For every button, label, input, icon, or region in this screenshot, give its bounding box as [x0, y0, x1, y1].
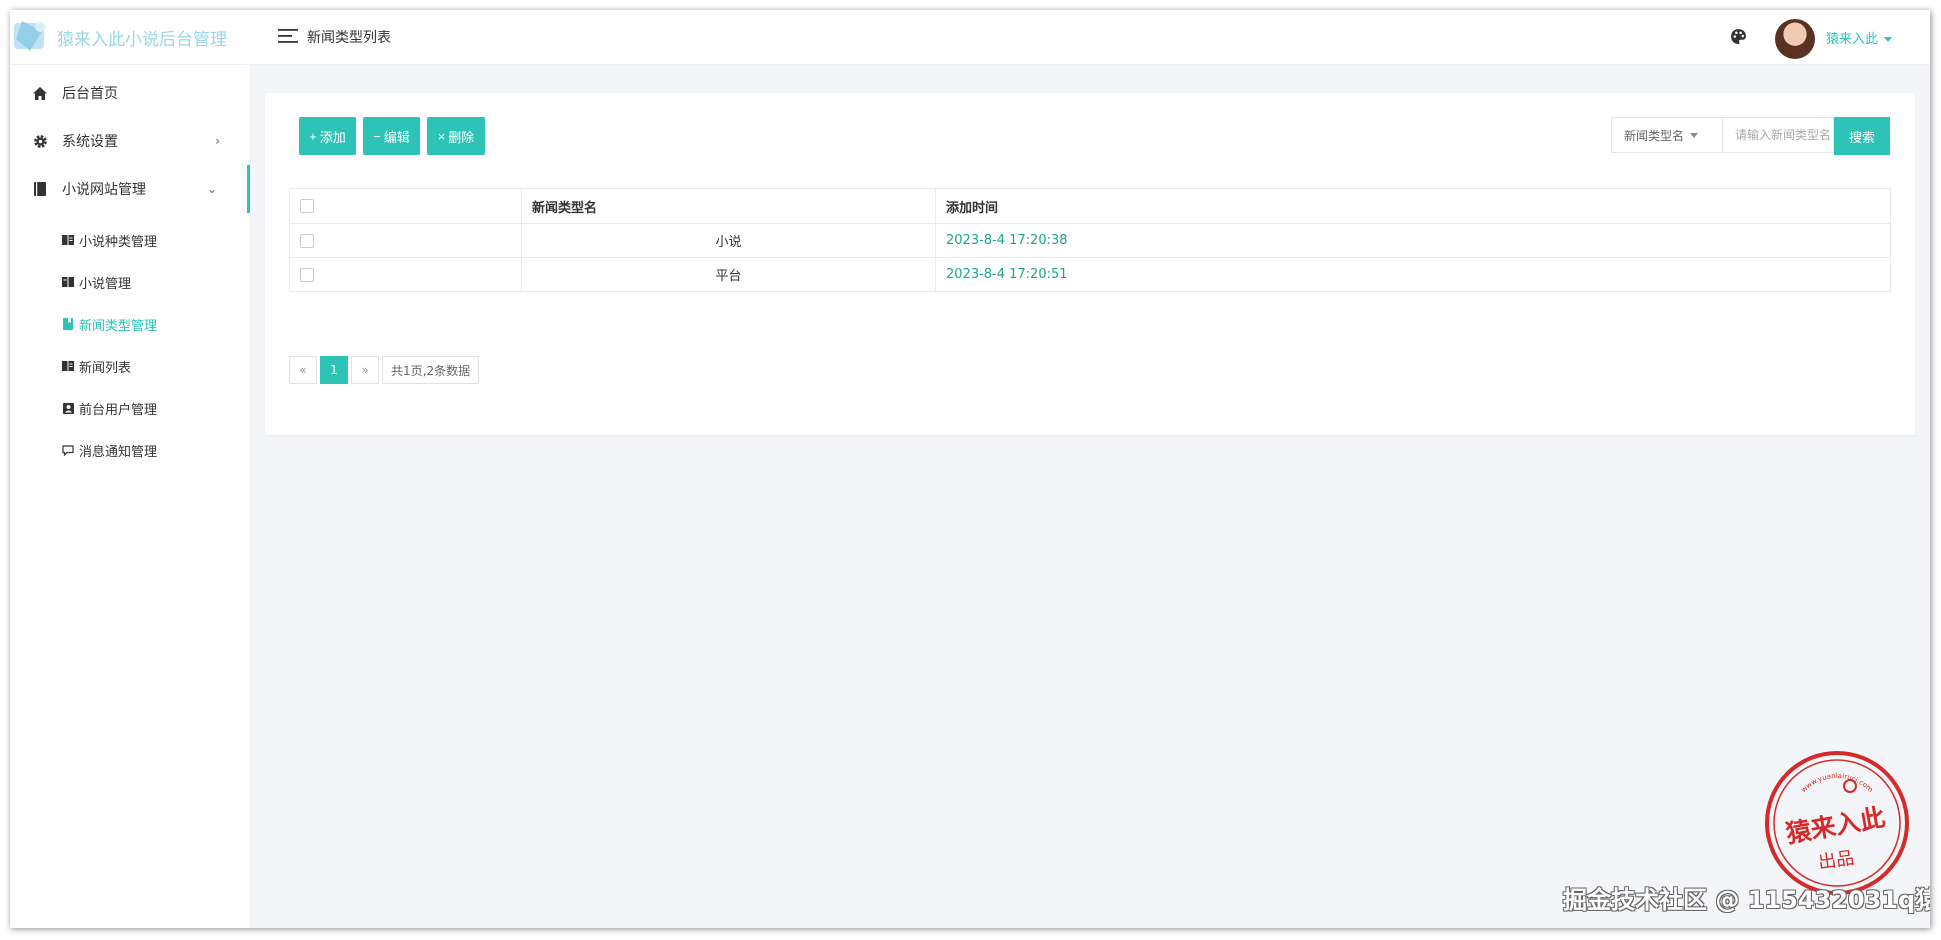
- chevron-right-icon: ›: [215, 134, 220, 148]
- pagination: « 1 » 共1页,2条数据: [289, 356, 482, 384]
- edit-button[interactable]: − 编辑: [363, 117, 420, 155]
- pagination-summary: 共1页,2条数据: [382, 356, 480, 384]
- svg-text:www.yuanlairuci.com: www.yuanlairuci.com: [1800, 772, 1875, 794]
- sidebar-item-novel-site[interactable]: 小说网站管理 ⌄: [10, 165, 250, 213]
- stamp-seal-icon: www.yuanlairuci.com 猿来入此 出品: [1765, 751, 1909, 895]
- page-title: 新闻类型列表: [307, 30, 391, 46]
- sidebar-item-novel-categories[interactable]: 小说种类管理: [10, 219, 250, 261]
- logo-icon: [14, 21, 45, 51]
- added-time: 2023-8-4 17:20:38: [935, 223, 1891, 258]
- sidebar-item-label: 新闻类型管理: [79, 318, 158, 334]
- delete-button[interactable]: × 删除: [427, 117, 485, 155]
- sidebar-item-news-types[interactable]: 新闻类型管理: [10, 303, 250, 345]
- select-all-checkbox[interactable]: [300, 199, 314, 213]
- column-header-name: 新闻类型名: [521, 188, 936, 224]
- book-open-icon: [62, 360, 74, 372]
- sidebar-item-label: 小说网站管理: [62, 182, 146, 198]
- news-type-name: 平台: [521, 257, 936, 292]
- book-icon: [32, 181, 48, 197]
- select-all-header: [289, 188, 522, 224]
- next-page-button[interactable]: »: [351, 356, 379, 384]
- prev-page-button[interactable]: «: [289, 356, 317, 384]
- minus-icon: −: [373, 128, 381, 144]
- search-field-label: 新闻类型名: [1624, 128, 1685, 143]
- table-row[interactable]: 平台 2023-8-4 17:20:51: [289, 257, 1891, 292]
- row-checkbox[interactable]: [300, 233, 314, 248]
- table-row[interactable]: 小说 2023-8-4 17:20:38: [289, 223, 1891, 258]
- sidebar-item-home[interactable]: 后台首页: [10, 69, 250, 117]
- comment-icon: [62, 444, 74, 456]
- sidebar-item-novels[interactable]: 小说管理: [10, 261, 250, 303]
- sidebar-submenu: 小说种类管理 小说管理 新闻类型管理 新闻列表 前台用户管理 消息通知管理: [10, 213, 250, 471]
- user-menu[interactable]: 猿来入此: [1826, 28, 1893, 47]
- edit-button-label: 编辑: [383, 129, 410, 145]
- table-header-row: 新闻类型名 添加时间: [289, 188, 1891, 224]
- sidebar-item-label: 后台首页: [62, 86, 118, 102]
- sidebar-item-news-list[interactable]: 新闻列表: [10, 345, 250, 387]
- sidebar-item-label: 消息通知管理: [79, 444, 158, 460]
- sidebar-item-frontend-users[interactable]: 前台用户管理: [10, 387, 250, 429]
- search-button[interactable]: 搜索: [1834, 117, 1890, 155]
- column-header-time: 添加时间: [935, 188, 1891, 224]
- book-open-icon: [62, 234, 74, 246]
- watermark-text: 掘金技术社区 @ 115432031q猿: [1563, 886, 1930, 914]
- add-button-label: 添加: [319, 129, 346, 145]
- gear-icon: [32, 133, 48, 149]
- sidebar-menu: 后台首页 系统设置 › 小说网站管理 ⌄: [10, 69, 250, 213]
- sidebar-item-label: 新闻列表: [79, 360, 132, 376]
- chevron-down-icon: ⌄: [206, 182, 217, 196]
- user-card-icon: [62, 402, 74, 414]
- brand[interactable]: 猿来入此小说后台管理: [10, 10, 250, 65]
- add-button[interactable]: + 添加: [299, 117, 356, 155]
- user-name: 猿来入此: [1826, 32, 1879, 47]
- sidebar-item-label: 小说种类管理: [79, 234, 158, 250]
- sidebar-item-label: 前台用户管理: [79, 402, 158, 418]
- caret-down-icon: [1690, 132, 1699, 138]
- sidebar: 猿来入此小说后台管理 后台首页 系统设置 › 小说网站管理 ⌄ 小说种类管理 小…: [10, 10, 251, 928]
- sidebar-item-notifications[interactable]: 消息通知管理: [10, 429, 250, 471]
- added-time: 2023-8-4 17:20:51: [935, 257, 1891, 292]
- svg-text:猿来入此: 猿来入此: [1783, 803, 1888, 849]
- page-1-button[interactable]: 1: [320, 356, 348, 384]
- delete-button-label: 删除: [448, 129, 475, 145]
- sidebar-item-label: 小说管理: [79, 276, 132, 292]
- sidebar-item-system-settings[interactable]: 系统设置 ›: [10, 117, 250, 165]
- news-type-table: 新闻类型名 添加时间 小说 2023-8-4 17:20:38 平台 2023-…: [289, 188, 1891, 292]
- svg-text:出品: 出品: [1817, 848, 1856, 874]
- search-input[interactable]: [1723, 117, 1834, 153]
- menu-toggle-icon[interactable]: [278, 28, 298, 44]
- content-panel: + 添加 − 编辑 × 删除 新闻类型名 搜索 新闻类型名 添加时间: [265, 93, 1915, 435]
- bookmark-book-icon: [62, 318, 74, 330]
- app-window: 猿来入此小说后台管理 后台首页 系统设置 › 小说网站管理 ⌄ 小说种类管理 小…: [10, 10, 1930, 928]
- plus-icon: +: [309, 128, 317, 144]
- row-checkbox-cell: [289, 257, 522, 292]
- caret-down-icon: [1884, 37, 1893, 42]
- row-checkbox-cell: [289, 223, 522, 258]
- home-icon: [32, 85, 48, 101]
- close-icon: ×: [437, 128, 446, 144]
- search-field-select[interactable]: 新闻类型名: [1611, 117, 1723, 153]
- brand-title: 猿来入此小说后台管理: [57, 29, 227, 50]
- book-read-icon: [62, 276, 74, 288]
- sidebar-item-label: 系统设置: [62, 134, 118, 150]
- row-checkbox[interactable]: [300, 267, 314, 282]
- avatar[interactable]: [1775, 19, 1815, 59]
- palette-icon[interactable]: [1730, 28, 1747, 45]
- news-type-name: 小说: [521, 223, 936, 258]
- top-header: 新闻类型列表 猿来入此: [250, 10, 1930, 65]
